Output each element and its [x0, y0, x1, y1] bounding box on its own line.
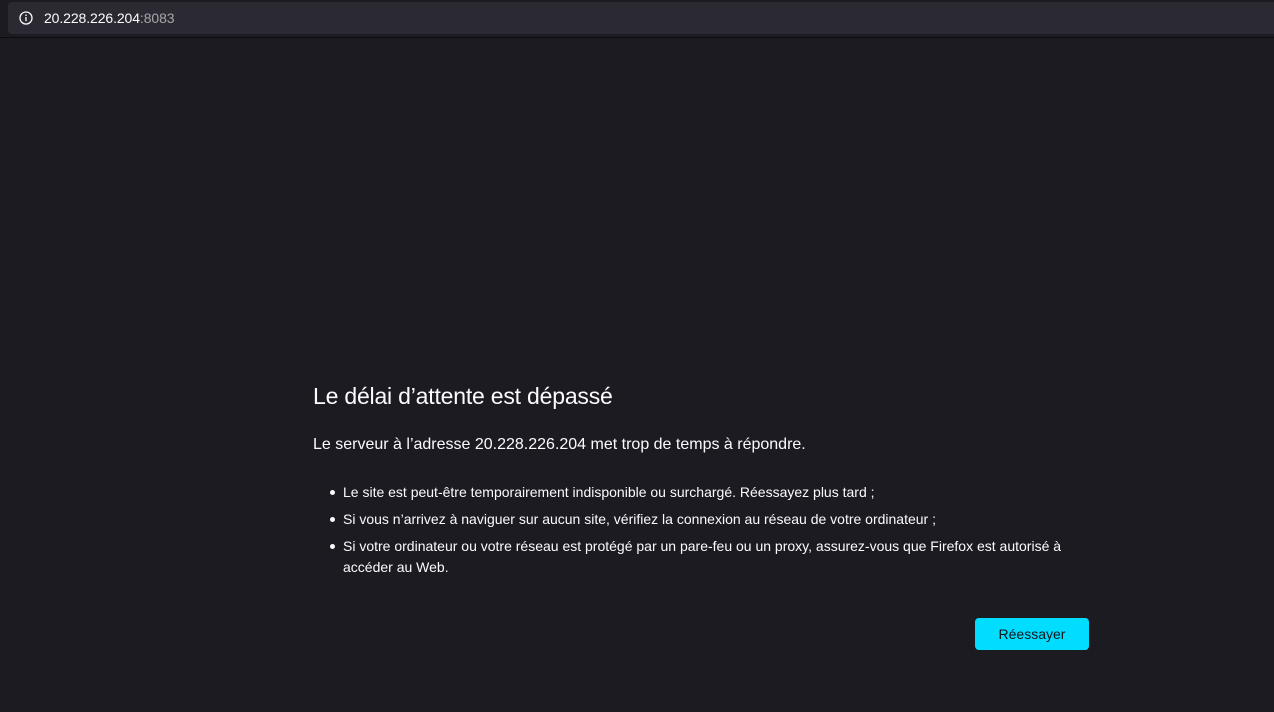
suggestion-list: Le site est peut-être temporairement ind…: [313, 482, 1093, 578]
suggestion-text: Le site est peut-être temporairement ind…: [343, 484, 875, 500]
url-host: 20.228.226.204: [44, 10, 140, 26]
suggestion-text: Si vous n’arrivez à naviguer sur aucun s…: [343, 511, 936, 527]
url-bar[interactable]: 20.228.226.204:8083: [8, 2, 1274, 34]
list-item: Le site est peut-être temporairement ind…: [330, 482, 1093, 503]
url-port: :8083: [139, 10, 175, 26]
error-subtitle: Le serveur à l’adresse 20.228.226.204 me…: [313, 436, 806, 453]
list-item: Si vous n’arrivez à naviguer sur aucun s…: [330, 509, 1093, 530]
url-text[interactable]: 20.228.226.204:8083: [44, 10, 175, 26]
toolbar-divider: [0, 37, 1274, 38]
list-item: Si votre ordinateur ou votre réseau est …: [330, 536, 1093, 578]
error-page-container: Le délai d’attente est dépassé Le serveu…: [313, 376, 1093, 584]
retry-button[interactable]: Réessayer: [975, 618, 1089, 650]
bullet-icon: [330, 517, 335, 522]
info-icon[interactable]: [19, 11, 33, 25]
bullet-icon: [330, 490, 335, 495]
error-title: Le délai d’attente est dépassé: [313, 383, 613, 409]
bullet-icon: [330, 544, 335, 549]
suggestion-text: Si votre ordinateur ou votre réseau est …: [343, 538, 1062, 575]
